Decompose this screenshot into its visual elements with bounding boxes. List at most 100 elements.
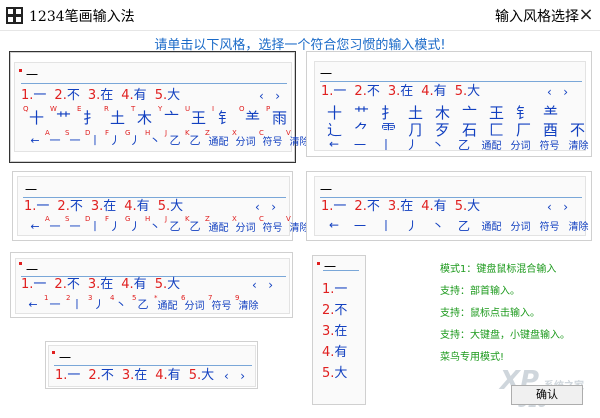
next-page-icon[interactable]: ›: [563, 85, 568, 99]
style-option-7[interactable]: 一 1.一 2.不 3.在 4.有 5.大: [312, 255, 366, 405]
candidate-item[interactable]: 1.一: [21, 88, 46, 103]
input-key[interactable]: 丨: [373, 217, 399, 233]
candidate-item[interactable]: 2.不: [354, 84, 379, 99]
page-arrows[interactable]: ‹ ›: [252, 278, 273, 292]
input-key[interactable]: H丶: [145, 129, 165, 149]
input-key[interactable]: A一: [45, 129, 65, 149]
candidate-item[interactable]: 5.大: [155, 88, 180, 103]
input-key[interactable]: 1一: [44, 294, 66, 312]
prev-page-icon[interactable]: ‹: [259, 89, 264, 103]
candidate-item[interactable]: 4.有: [421, 199, 446, 214]
input-key[interactable]: 5乙: [132, 294, 154, 312]
input-key[interactable]: 丶: [425, 136, 451, 152]
input-key[interactable]: 通配: [477, 217, 506, 233]
input-key[interactable]: H丶: [145, 215, 165, 235]
input-key[interactable]: 分词: [506, 217, 535, 233]
input-key[interactable]: P雨: [266, 105, 293, 127]
input-key[interactable]: 3丿: [88, 294, 110, 312]
input-key[interactable]: 丿: [399, 217, 425, 233]
input-key[interactable]: E扌: [77, 105, 104, 127]
candidate-item[interactable]: 1.一: [321, 199, 346, 214]
candidate-item[interactable]: 5.大: [455, 199, 480, 214]
input-key[interactable]: C 符号: [259, 215, 286, 235]
candidate-item[interactable]: 4.有: [322, 342, 347, 363]
input-key[interactable]: Z 通配: [205, 215, 232, 235]
input-key[interactable]: 通配: [477, 136, 506, 152]
style-option-3[interactable]: 一 1.一 2.不 3.在 4.有 5.大 ‹ › ← A 一 S 一 D 丨 F 丿 G 丿 H 丶 J 乙 K 乙 Z…: [12, 171, 310, 241]
candidate-item[interactable]: 4.有: [124, 199, 149, 214]
candidate-item[interactable]: 3.在: [88, 88, 113, 103]
input-key[interactable]: S一: [65, 215, 85, 235]
prev-page-icon[interactable]: ‹: [255, 200, 260, 214]
input-key[interactable]: 丿: [399, 136, 425, 152]
close-button[interactable]: ×: [576, 4, 596, 26]
input-key[interactable]: ←: [321, 136, 347, 152]
input-key[interactable]: 7 符号: [208, 294, 235, 312]
page-arrows[interactable]: ‹ ›: [224, 369, 245, 383]
input-key[interactable]: 符号: [535, 136, 564, 152]
style-option-5[interactable]: 一 1.一 2.不 3.在 4.有 5.大 ‹ › ← 1 一 2 丨 3 丿 4 丶 5 乙 * 通配 6 分词 7…: [10, 252, 293, 318]
candidate-item[interactable]: 3.在: [91, 199, 116, 214]
candidate-item[interactable]: 5.大: [155, 277, 180, 292]
candidate-item[interactable]: 4.有: [121, 88, 146, 103]
input-key[interactable]: C 符号: [259, 129, 286, 149]
style-option-4[interactable]: 一 1.一 2.不 3.在 4.有 5.大 ‹ › ← 一丨丿丶乙通配 分词 符号 清除: [306, 171, 592, 241]
input-key[interactable]: F丿: [105, 215, 125, 235]
input-key[interactable]: G丿: [125, 215, 145, 235]
style-option-1[interactable]: 一 1.一 2.不 3.在 4.有 5.大 ‹ › Q 十 W 艹 E 扌 R 土 T 木 Y 亠 U 王 I 钅 O ⺷…: [9, 51, 310, 163]
next-page-icon[interactable]: ›: [240, 369, 245, 383]
candidate-item[interactable]: 5.大: [322, 363, 347, 384]
input-key[interactable]: G丿: [125, 129, 145, 149]
candidate-item[interactable]: 5.大: [158, 199, 183, 214]
input-key[interactable]: ←: [25, 217, 45, 235]
input-key[interactable]: Y亠: [158, 105, 185, 127]
candidate-item[interactable]: 2.不: [322, 300, 347, 321]
input-key[interactable]: U王: [185, 105, 212, 127]
candidate-item[interactable]: 2.不: [88, 368, 113, 383]
next-page-icon[interactable]: ›: [275, 89, 280, 103]
prev-page-icon[interactable]: ‹: [547, 200, 552, 214]
input-key[interactable]: 清除: [564, 217, 593, 233]
candidate-item[interactable]: 3.在: [388, 199, 413, 214]
input-key[interactable]: X 分词: [232, 215, 259, 235]
page-arrows[interactable]: ‹ ›: [547, 85, 568, 99]
input-key[interactable]: ←: [25, 131, 45, 149]
candidate-item[interactable]: 2.不: [54, 88, 79, 103]
input-key[interactable]: 9 清除: [235, 294, 262, 312]
input-key[interactable]: D丨: [85, 129, 105, 149]
input-key[interactable]: F丿: [105, 129, 125, 149]
input-key[interactable]: K乙: [185, 129, 205, 149]
input-key[interactable]: 分词: [506, 136, 535, 152]
input-key[interactable]: ←: [321, 217, 347, 233]
candidate-item[interactable]: 4.有: [155, 368, 180, 383]
input-key[interactable]: 4丶: [110, 294, 132, 312]
prev-page-icon[interactable]: ‹: [547, 85, 552, 99]
candidate-item[interactable]: 4.有: [121, 277, 146, 292]
next-page-icon[interactable]: ›: [271, 200, 276, 214]
input-key[interactable]: 一: [347, 136, 373, 152]
candidate-item[interactable]: 3.在: [322, 321, 347, 342]
prev-page-icon[interactable]: ‹: [224, 369, 229, 383]
input-key[interactable]: 丨: [373, 136, 399, 152]
page-arrows[interactable]: ‹ ›: [259, 89, 280, 103]
input-key[interactable]: O ⺷: [239, 105, 266, 127]
input-key[interactable]: 丶: [425, 217, 451, 233]
input-key[interactable]: K乙: [185, 215, 205, 235]
input-key[interactable]: I钅: [212, 105, 239, 127]
candidate-item[interactable]: 4.有: [421, 84, 446, 99]
candidate-item[interactable]: 5.大: [189, 368, 214, 383]
candidate-item[interactable]: 1.一: [55, 368, 80, 383]
candidate-item[interactable]: 1.一: [24, 199, 49, 214]
input-key[interactable]: 6 分词: [181, 294, 208, 312]
input-key[interactable]: R土: [104, 105, 131, 127]
candidate-item[interactable]: 1.一: [322, 279, 347, 300]
input-key[interactable]: 清除: [564, 136, 593, 152]
input-key[interactable]: W艹: [50, 105, 77, 127]
candidate-item[interactable]: 2.不: [54, 277, 79, 292]
input-key[interactable]: 一: [347, 217, 373, 233]
input-key[interactable]: D丨: [85, 215, 105, 235]
input-key[interactable]: 乙: [451, 217, 477, 233]
candidate-item[interactable]: 5.大: [455, 84, 480, 99]
style-option-2[interactable]: 一 1.一 2.不 3.在 4.有 5.大 ‹ › 十艹扌土木亠王钅⺷ ⻌⺈⻗⺆歹石匚厂…: [306, 51, 592, 157]
candidate-item[interactable]: 3.在: [388, 84, 413, 99]
